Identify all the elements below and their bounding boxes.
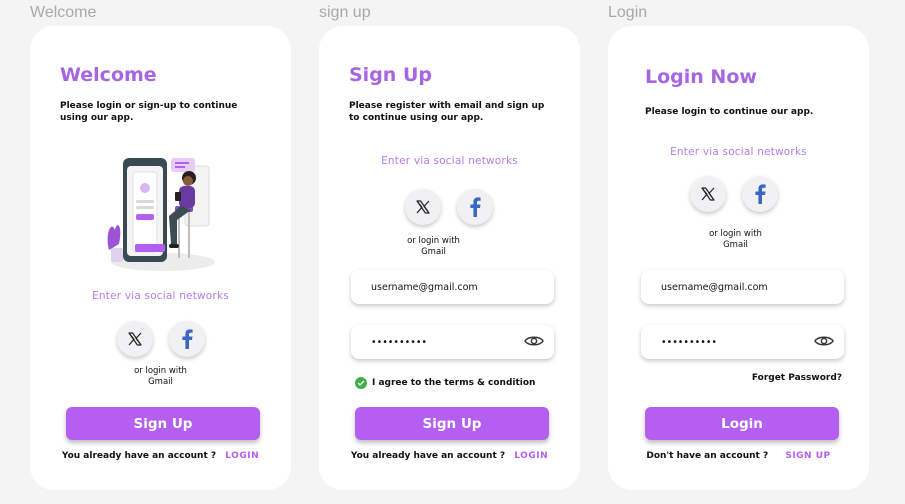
- page-subtitle: Please login or sign-up to continue usin…: [60, 101, 238, 123]
- sign-up-link[interactable]: SIGN UP: [785, 451, 830, 461]
- email-input[interactable]: [371, 270, 521, 304]
- password-input[interactable]: [661, 325, 811, 359]
- facebook-icon: [182, 329, 193, 349]
- eye-icon[interactable]: [814, 334, 834, 348]
- login-link[interactable]: LOGIN: [225, 451, 259, 461]
- account-prompt-text: You already have an account ?: [350, 451, 506, 461]
- terms-checkbox[interactable]: [355, 377, 367, 389]
- x-logo-icon: [416, 200, 430, 214]
- x-login-button[interactable]: [405, 189, 441, 225]
- page-title: Login Now: [645, 66, 757, 88]
- x-logo-icon: [128, 332, 142, 346]
- gmail-note-line2: Gmail: [723, 240, 748, 250]
- frame-label-welcome: Welcome: [30, 4, 97, 21]
- login-link[interactable]: LOGIN: [514, 451, 548, 461]
- account-prompt-text: Don't have an account ?: [646, 451, 769, 461]
- account-prompt-row: You already have an account ? LOGIN: [319, 451, 580, 461]
- person-with-phone-illustration: [107, 158, 215, 271]
- email-input[interactable]: [661, 270, 811, 304]
- login-card: Login Now Please login to continue our a…: [608, 26, 869, 490]
- email-field[interactable]: [641, 270, 844, 304]
- frame-label-login: Login: [608, 4, 648, 21]
- gmail-note-line1: or login with: [134, 366, 187, 376]
- facebook-login-button[interactable]: [457, 189, 493, 225]
- password-input[interactable]: [371, 325, 521, 359]
- account-prompt-row: You already have an account ? LOGIN: [30, 451, 291, 461]
- terms-text: I agree to the terms & condition: [372, 378, 536, 388]
- social-heading: Enter via social networks: [92, 290, 229, 302]
- password-field[interactable]: [351, 325, 554, 359]
- gmail-login-note[interactable]: or login with Gmail: [30, 366, 291, 388]
- social-heading: Enter via social networks: [670, 146, 807, 158]
- password-field[interactable]: [641, 325, 844, 359]
- page-subtitle: Please login to continue our app.: [645, 107, 814, 117]
- gmail-login-note[interactable]: or login with Gmail: [303, 236, 564, 258]
- gmail-note-line1: or login with: [407, 236, 460, 246]
- x-login-button[interactable]: [690, 176, 726, 212]
- gmail-login-note[interactable]: or login with Gmail: [605, 229, 866, 251]
- login-button[interactable]: Login: [645, 407, 839, 440]
- page-title: Sign Up: [349, 64, 432, 86]
- gmail-note-line2: Gmail: [148, 377, 173, 387]
- eye-icon[interactable]: [524, 334, 544, 348]
- facebook-icon: [470, 197, 481, 217]
- forget-password-link[interactable]: Forget Password?: [752, 373, 842, 383]
- sign-up-button[interactable]: Sign Up: [355, 407, 549, 440]
- signup-card: Sign Up Please register with email and s…: [319, 26, 580, 490]
- sign-up-button[interactable]: Sign Up: [66, 407, 260, 440]
- facebook-login-button[interactable]: [169, 321, 205, 357]
- x-login-button[interactable]: [117, 321, 153, 357]
- facebook-login-button[interactable]: [742, 176, 778, 212]
- gmail-note-line1: or login with: [709, 229, 762, 239]
- account-prompt-row: Don't have an account ? SIGN UP: [608, 451, 869, 461]
- welcome-card: Welcome Please login or sign-up to conti…: [30, 26, 291, 490]
- page-subtitle: Please register with email and sign up t…: [349, 101, 545, 123]
- facebook-icon: [755, 184, 766, 204]
- terms-agreement: I agree to the terms & condition: [355, 377, 535, 389]
- page-title: Welcome: [60, 64, 157, 86]
- frame-label-signup: sign up: [319, 4, 371, 21]
- x-logo-icon: [701, 187, 715, 201]
- social-heading: Enter via social networks: [381, 155, 518, 167]
- gmail-note-line2: Gmail: [421, 247, 446, 257]
- account-prompt-text: You already have an account ?: [61, 451, 217, 461]
- checkmark-icon: [357, 380, 365, 386]
- email-field[interactable]: [351, 270, 554, 304]
